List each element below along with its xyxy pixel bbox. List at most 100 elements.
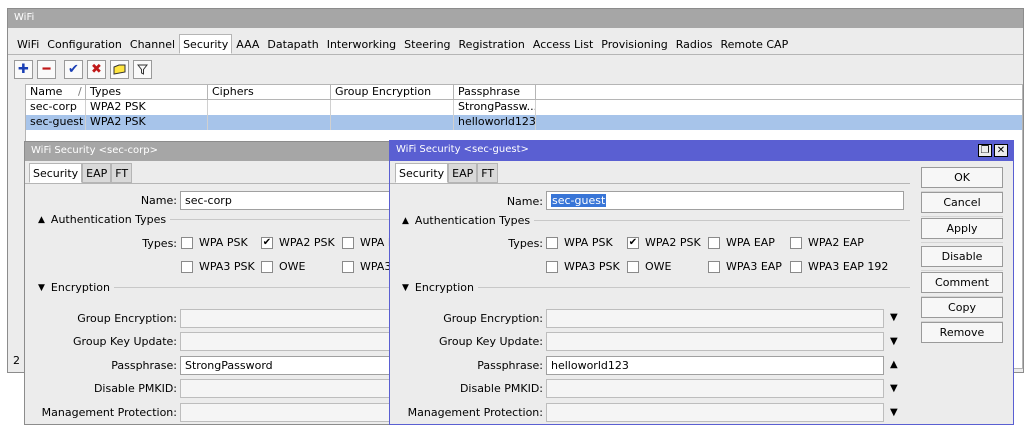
type-wpa-eap[interactable]: WPA EAP [708,236,775,249]
cell-group [331,100,454,115]
checkbox[interactable] [708,236,720,249]
cell-name: sec-corp [26,100,86,115]
checkbox[interactable] [546,236,558,249]
table-row[interactable]: sec-corp WPA2 PSK StrongPassw... [26,100,1022,115]
checkbox[interactable] [181,236,193,249]
mgmt-protection-field[interactable] [546,403,884,422]
checkbox[interactable] [627,260,639,273]
passphrase-field[interactable]: helloworld123 [546,356,884,375]
checkbox[interactable] [181,260,193,273]
copy-button[interactable]: Copy [921,297,1003,318]
tab-interworking[interactable]: Interworking [323,34,400,54]
enable-icon[interactable]: ✔ [64,60,83,79]
disable-button[interactable]: Disable [921,246,1003,267]
col-types[interactable]: Types [86,85,208,99]
checkbox[interactable] [342,260,354,273]
remove-icon[interactable]: ━ [37,60,56,79]
button-separator [921,242,1003,243]
dialog-title: WiFi Security <sec-corp> [25,142,403,161]
mgmt-protection-field[interactable] [180,403,405,422]
checkbox-label: WPA PSK [564,236,613,249]
type-wpa-psk[interactable]: WPA PSK [181,236,248,249]
restore-icon[interactable]: ❐ [978,144,992,157]
col-ciphers[interactable]: Ciphers [208,85,331,99]
group-key-update-field[interactable] [180,332,405,351]
tab-configuration[interactable]: Configuration [43,34,126,54]
name-field[interactable]: sec-corp [180,191,405,210]
checkbox-checked[interactable]: ✔ [261,236,273,249]
type-owe[interactable]: OWE [261,260,306,273]
checkbox[interactable] [261,260,273,273]
filter-icon[interactable] [133,60,152,79]
type-owe[interactable]: OWE [627,260,672,273]
tab-datapath[interactable]: Datapath [263,34,322,54]
type-wpa3-eap-192[interactable]: WPA3 EAP 192 [790,260,888,273]
tab-divider [25,183,403,184]
checkbox[interactable] [546,260,558,273]
checkbox[interactable] [342,236,354,249]
name-field[interactable]: sec-guest [546,191,904,210]
tab-ft[interactable]: FT [477,163,499,183]
tab-eap[interactable]: EAP [448,163,478,183]
encryption-section[interactable]: ▼ Encryption [38,281,403,294]
group-key-update-field[interactable] [546,332,884,351]
tab-provisioning[interactable]: Provisioning [597,34,672,54]
tab-remote-cap[interactable]: Remote CAP [716,34,792,54]
type-wpa2-psk[interactable]: ✔ WPA2 PSK [261,236,335,249]
checkbox[interactable] [790,260,802,273]
disable-icon[interactable]: ✖ [87,60,106,79]
type-wpa2-psk[interactable]: ✔ WPA2 PSK [627,236,701,249]
add-icon[interactable]: ✚ [14,60,33,79]
comment-icon[interactable] [110,60,129,79]
dropdown-arrow-icon[interactable]: ▼ [890,407,898,418]
tab-registration[interactable]: Registration [455,34,529,54]
ok-button[interactable]: OK [921,167,1003,188]
col-name[interactable]: Name [26,85,74,99]
passphrase-field[interactable]: StrongPassword [180,356,405,375]
tab-eap[interactable]: EAP [82,163,112,183]
tab-aaa[interactable]: AAA [232,34,263,54]
col-passphrase[interactable]: Passphrase [454,85,536,99]
encryption-section[interactable]: ▼ Encryption [402,281,910,294]
tab-channel[interactable]: Channel [126,34,179,54]
group-encryption-field[interactable] [180,309,405,328]
dropdown-arrow-icon[interactable]: ▼ [890,383,898,394]
tab-divider [8,54,1023,55]
tab-access-list[interactable]: Access List [529,34,597,54]
disable-pmkid-field[interactable] [180,379,405,398]
checkbox-checked[interactable]: ✔ [627,236,639,249]
dropdown-arrow-icon[interactable]: ▼ [890,312,898,323]
checkbox[interactable] [708,260,720,273]
auth-types-section[interactable]: ▲ Authentication Types [38,213,403,226]
remove-button[interactable]: Remove [921,322,1003,343]
tab-security[interactable]: Security [179,34,233,54]
type-wpa2-eap[interactable]: WPA2 EAP [790,236,864,249]
tab-security[interactable]: Security [395,163,449,183]
group-encryption-field[interactable] [546,309,884,328]
tab-radios[interactable]: Radios [672,34,717,54]
tab-ft[interactable]: FT [111,163,133,183]
cancel-button[interactable]: Cancel [921,192,1003,213]
type-wpa3-eap[interactable]: WPA3 EAP [708,260,782,273]
comment-button[interactable]: Comment [921,272,1003,293]
type-wpa-psk[interactable]: WPA PSK [546,236,613,249]
collapse-up-arrow-icon[interactable]: ▲ [890,359,898,370]
col-group-encryption[interactable]: Group Encryption [331,85,454,99]
type-wpa3[interactable]: WPA3 [342,260,391,273]
tab-security[interactable]: Security [29,163,83,183]
type-wpa3-psk[interactable]: WPA3 PSK [546,260,620,273]
type-wpa-eap[interactable]: WPA E [342,236,395,249]
auth-types-heading: Authentication Types [50,213,167,226]
auth-types-section[interactable]: ▲ Authentication Types [402,214,910,227]
collapse-up-icon: ▲ [38,214,45,225]
disable-pmkid-field[interactable] [546,379,884,398]
checkbox[interactable] [790,236,802,249]
tab-wifi[interactable]: WiFi [13,34,43,54]
col-sort[interactable]: / [74,85,86,99]
dropdown-arrow-icon[interactable]: ▼ [890,336,898,347]
apply-button[interactable]: Apply [921,218,1003,239]
table-row[interactable]: sec-guest WPA2 PSK helloworld123 [26,115,1022,130]
type-wpa3-psk[interactable]: WPA3 PSK [181,260,255,273]
close-icon[interactable]: ✕ [994,144,1008,157]
tab-steering[interactable]: Steering [400,34,454,54]
